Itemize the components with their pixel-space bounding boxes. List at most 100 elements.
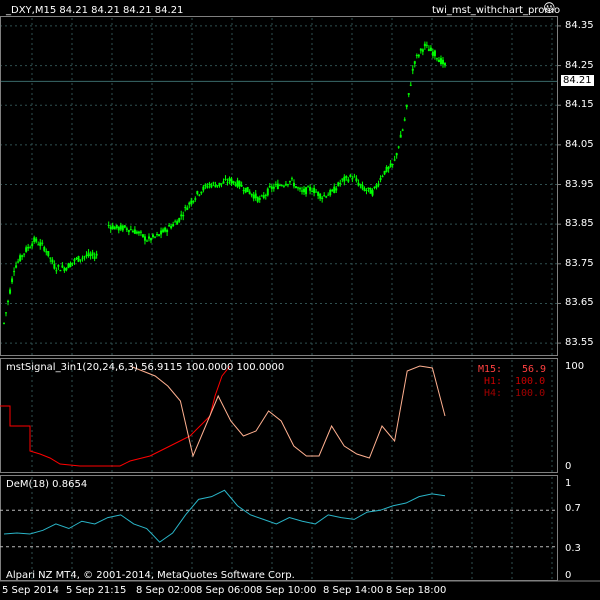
candle [234, 183, 237, 186]
candle [347, 179, 350, 182]
candle [184, 207, 187, 209]
candle [170, 226, 173, 229]
candle [270, 186, 273, 190]
candle [260, 195, 263, 197]
candle [363, 188, 366, 191]
candle [437, 59, 440, 63]
candle [425, 44, 428, 46]
candle [415, 54, 418, 56]
signal-tick-100: 100 [565, 361, 585, 372]
candle [182, 215, 185, 217]
price-tick-label: 83.55 [565, 337, 594, 349]
candle [210, 184, 213, 188]
candle [3, 322, 5, 324]
candle [264, 194, 267, 196]
candle [49, 257, 52, 259]
candle [19, 255, 22, 262]
candle [441, 59, 444, 65]
candle [129, 229, 132, 231]
candle [180, 214, 183, 217]
candle [373, 186, 376, 189]
copyright-text: Alpari NZ MT4, © 2001-2014, MetaQuotes S… [6, 570, 295, 581]
candle [111, 225, 114, 230]
candle [385, 166, 388, 172]
candle [294, 186, 297, 188]
candle [323, 195, 326, 197]
candle [242, 190, 245, 192]
candle [297, 187, 299, 189]
candle [174, 221, 177, 223]
candle [131, 231, 134, 233]
price-tick-label: 83.85 [565, 218, 594, 230]
price-tick-label: 84.15 [565, 99, 594, 111]
candle [31, 243, 34, 247]
candle [413, 61, 416, 64]
dem-line[interactable] [0, 489, 557, 548]
candle [15, 265, 18, 268]
candle [41, 242, 44, 244]
candle [268, 186, 271, 188]
price-candles[interactable] [3, 41, 446, 325]
candle [244, 187, 247, 193]
smiley-icon: ☺ [543, 1, 556, 15]
signal-lines[interactable] [0, 365, 446, 467]
candle [431, 51, 434, 56]
candle [280, 185, 283, 187]
candle [313, 187, 316, 194]
candle [325, 196, 328, 198]
candle [262, 195, 265, 198]
signal-tick-0: 0 [565, 461, 572, 472]
candle [23, 253, 26, 255]
candle [135, 231, 138, 234]
chart-canvas[interactable] [0, 0, 600, 600]
candle [123, 225, 126, 228]
candle [305, 187, 308, 195]
candle [113, 227, 116, 230]
candle [200, 191, 203, 194]
candle [21, 255, 24, 257]
candle [147, 236, 150, 239]
candle [55, 270, 58, 272]
candle [248, 191, 251, 195]
candle [439, 58, 442, 65]
candle [79, 259, 82, 261]
candle [365, 189, 368, 191]
candle [290, 178, 293, 180]
dem-tick-03: 0.3 [565, 543, 581, 554]
candle [218, 182, 221, 186]
candle [206, 186, 209, 188]
candle [345, 175, 348, 178]
candle [303, 188, 306, 193]
candle [67, 263, 70, 269]
candle [35, 238, 38, 242]
candle [61, 265, 64, 268]
candle [258, 198, 261, 200]
time-label-2: 8 Sep 02:00 [136, 585, 197, 596]
candle [137, 231, 140, 234]
candle [154, 236, 157, 238]
current-price-label: 84.21 [561, 75, 594, 87]
candle [286, 184, 289, 186]
candle [357, 182, 360, 186]
candle [81, 257, 84, 259]
candle [95, 253, 98, 256]
candle [381, 176, 384, 178]
candle [278, 185, 281, 187]
candle [353, 176, 356, 178]
time-label-1: 5 Sep 21:15 [66, 585, 127, 596]
legend-m15-value: 56.9 [522, 364, 547, 375]
candle [327, 194, 330, 196]
candle [307, 186, 310, 188]
dem-title: DeM(18) 0.8654 [6, 479, 88, 490]
candle [220, 183, 223, 185]
candle [162, 229, 165, 233]
candle [53, 263, 56, 269]
candle [337, 182, 340, 186]
candle [399, 134, 402, 138]
candle [196, 191, 199, 195]
candle [77, 256, 80, 262]
candle [188, 202, 191, 205]
candle [208, 183, 211, 186]
candle [427, 49, 430, 52]
legend-h4-label: H4: [484, 388, 503, 399]
